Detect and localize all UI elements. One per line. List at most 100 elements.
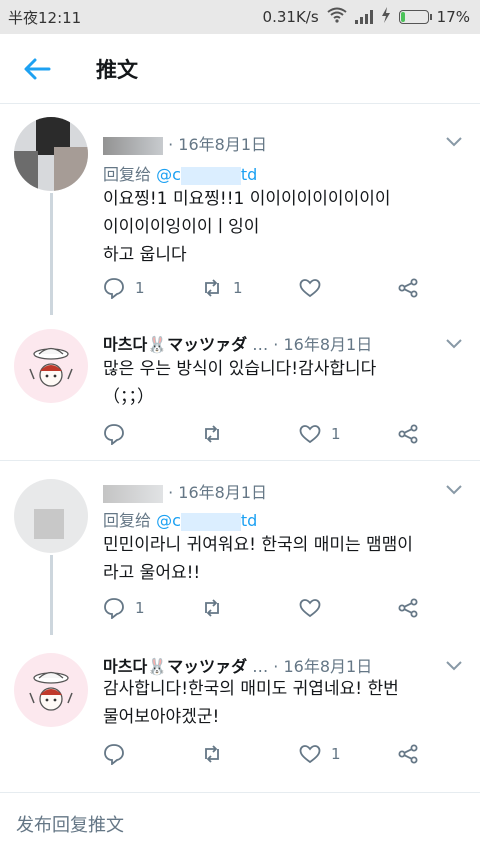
reply-label: 回复给 (103, 165, 152, 184)
tweet-header: · 16年8月1日 (103, 131, 267, 155)
reply-button[interactable] (103, 743, 135, 765)
redacted-name (103, 484, 163, 503)
tweet-header: 마츠다🐰マッツァダ … · 16年8月1日 (103, 331, 372, 355)
like-count: 1 (331, 425, 341, 443)
chevron-down-icon[interactable] (446, 339, 462, 349)
tweet-actions: 1 (103, 597, 443, 621)
reply-to: 回复给 @c td (103, 161, 257, 185)
reply-count: 1 (135, 599, 145, 617)
like-button[interactable]: 1 (299, 423, 341, 445)
tweet-actions: 1 (103, 423, 443, 447)
heart-icon (299, 279, 321, 298)
display-name[interactable]: 마츠다🐰マッツァダ (103, 657, 247, 676)
share-icon (398, 424, 418, 444)
avatar-illustration (29, 347, 73, 387)
avatar[interactable] (14, 479, 88, 553)
retweet-icon (205, 599, 219, 617)
reply-count: 1 (135, 279, 145, 297)
tweet-header: · 16年8月1日 (103, 479, 267, 503)
tweet-separator: · (168, 135, 174, 154)
retweet-button[interactable] (201, 743, 233, 765)
tweet-separator: · (273, 335, 279, 354)
app-bar: 推文 (0, 34, 480, 104)
reply-icon (104, 744, 124, 765)
like-button[interactable]: 1 (299, 743, 341, 765)
tweet-date: 16年8月1日 (283, 657, 373, 676)
divider (0, 460, 480, 461)
thread-line (50, 555, 53, 635)
signal-icon (354, 10, 373, 24)
avatar[interactable] (14, 329, 88, 403)
avatar[interactable] (14, 653, 88, 727)
tweet-text: 민민이라니 귀여워요! 한국의 매미는 맴맴이 라고 울어요!! (103, 535, 413, 583)
reply-icon (104, 278, 124, 299)
heart-icon (299, 425, 321, 444)
avatar[interactable] (14, 117, 88, 191)
tweet-text: 감사합니다!한국의 매미도 귀엽네요! 한번 물어보아야겠군! (103, 679, 399, 727)
tweet-header: 마츠다🐰マッツァダ … · 16年8月1日 (103, 653, 372, 677)
reply-button[interactable] (103, 423, 135, 445)
charging-icon (381, 7, 391, 27)
status-time: 半夜12:11 (8, 9, 82, 27)
share-icon (398, 278, 418, 298)
network-speed: 0.31K/s (262, 8, 319, 26)
reply-button[interactable]: 1 (103, 277, 145, 299)
tweet-actions: 1 1 (103, 277, 443, 301)
heart-icon (299, 745, 321, 764)
battery-percent: 17% (436, 8, 470, 26)
like-count: 1 (331, 745, 341, 763)
reply-to: 回复给 @c td (103, 507, 257, 531)
battery-icon (398, 10, 432, 24)
share-icon (398, 744, 418, 764)
tweet-item[interactable]: · 16年8月1日 回复给 @c td 이요찡!1 미요찡!!1 이이이이이이이이… (0, 105, 480, 315)
avatar-illustration (29, 671, 73, 711)
status-right: 0.31K/s 17% (263, 7, 470, 27)
like-button[interactable] (299, 277, 331, 299)
retweet-icon (205, 745, 219, 763)
reply-button[interactable]: 1 (103, 597, 145, 619)
retweet-button[interactable]: 1 (201, 277, 243, 299)
reply-handle[interactable]: @c td (156, 165, 257, 185)
retweet-button[interactable] (201, 423, 233, 445)
tweet-date: 16年8月1日 (178, 483, 268, 502)
reply-icon (104, 598, 124, 619)
back-arrow-icon[interactable] (22, 56, 52, 82)
tweet-item[interactable]: 마츠다🐰マッツァダ … · 16年8月1日 감사합니다!한국의 매미도 귀엽네요… (0, 635, 480, 785)
retweet-button[interactable] (201, 597, 233, 619)
redacted-name (103, 136, 163, 155)
share-button[interactable] (397, 277, 419, 299)
reply-icon (104, 424, 124, 445)
reply-composer[interactable]: 发布回复推文 (0, 792, 480, 852)
tweet-date: 16年8月1日 (178, 135, 268, 154)
chevron-down-icon[interactable] (446, 137, 462, 147)
display-name[interactable]: 마츠다🐰マッツァダ (103, 335, 247, 354)
reply-label: 回复给 (103, 511, 152, 530)
chevron-down-icon[interactable] (446, 485, 462, 495)
heart-icon (299, 599, 321, 618)
reply-input-placeholder[interactable]: 发布回复推文 (16, 811, 124, 837)
wifi-icon (327, 7, 347, 27)
retweet-icon (205, 425, 219, 443)
thread-line (50, 193, 53, 315)
share-button[interactable] (397, 423, 419, 445)
reply-handle[interactable]: @c td (156, 511, 257, 531)
chevron-down-icon[interactable] (446, 661, 462, 671)
tweet-date: 16年8月1日 (283, 335, 373, 354)
tweet-text: 이요찡!1 미요찡!!1 이이이이이이이이이 이이이이잉이이ㅣ잉이 하고 웁니다 (103, 189, 391, 265)
tweet-separator: · (168, 483, 174, 502)
tweet-text: 많은 우는 방식이 있습니다!감사합니다 （；；） (103, 359, 377, 407)
name-ellipsis: … (252, 657, 269, 676)
share-button[interactable] (397, 743, 419, 765)
name-ellipsis: … (252, 335, 269, 354)
share-button[interactable] (397, 597, 419, 619)
tweet-item[interactable]: · 16年8月1日 回复给 @c td 민민이라니 귀여워요! 한국의 매미는 맴… (0, 465, 480, 635)
like-button[interactable] (299, 597, 331, 619)
retweet-icon (205, 279, 219, 297)
page-title: 推文 (96, 58, 138, 82)
tweet-separator: · (273, 657, 279, 676)
status-bar: 半夜12:11 0.31K/s 17% (0, 0, 480, 34)
share-icon (398, 598, 418, 618)
retweet-count: 1 (233, 279, 243, 297)
tweet-item[interactable]: 마츠다🐰マッツァダ … · 16年8月1日 많은 우는 방식이 있습니다!감사합… (0, 315, 480, 460)
tweet-actions: 1 (103, 743, 443, 767)
